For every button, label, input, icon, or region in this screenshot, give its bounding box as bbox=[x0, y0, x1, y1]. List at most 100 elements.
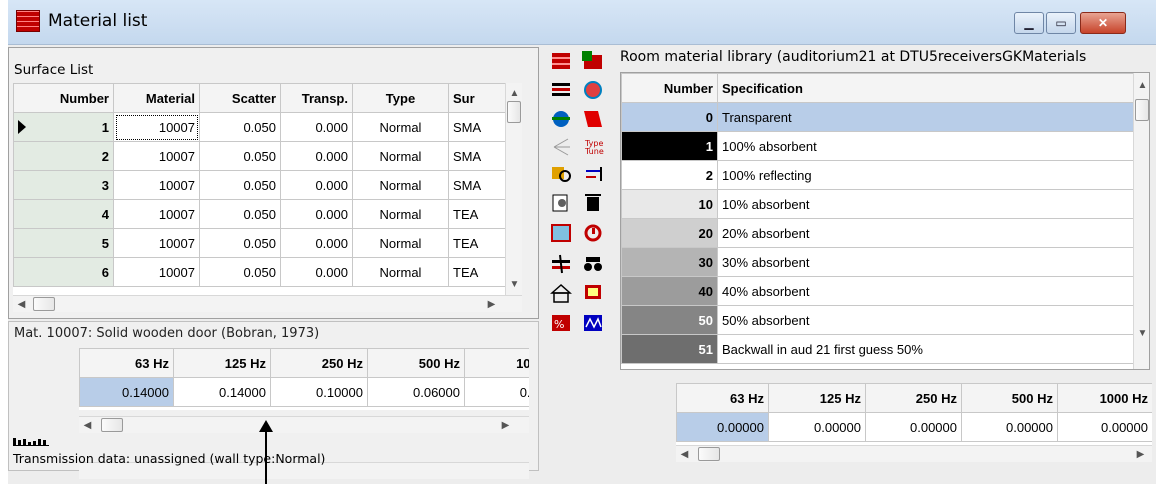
material-cell[interactable]: 10007 bbox=[113, 112, 200, 142]
scatter-cell[interactable]: 0.050 bbox=[199, 257, 281, 287]
freq-header[interactable]: 1000 bbox=[464, 348, 529, 378]
library-spec-cell[interactable]: 100% absorbent bbox=[717, 131, 1134, 161]
type-cell[interactable]: Normal bbox=[352, 257, 449, 287]
freq-value-cell[interactable]: 0.06000 bbox=[367, 377, 465, 407]
type-cell[interactable]: Normal bbox=[352, 199, 449, 229]
scroll-up-icon[interactable]: ▲ bbox=[506, 85, 523, 102]
percent-icon[interactable]: % bbox=[552, 315, 570, 331]
freq-header[interactable]: 250 Hz bbox=[270, 348, 368, 378]
freq-value-cell[interactable]: 0.00000 bbox=[676, 412, 769, 442]
transp-cell[interactable]: 0.000 bbox=[280, 228, 353, 258]
col-header-type[interactable]: Type bbox=[352, 83, 449, 113]
row-header[interactable]: 2 bbox=[13, 141, 114, 171]
freq-header[interactable]: 500 Hz bbox=[367, 348, 465, 378]
table-row[interactable]: 1 10007 0.050 0.000 Normal SMA bbox=[13, 112, 522, 142]
library-number-cell[interactable]: 2 bbox=[621, 160, 718, 190]
library-row[interactable]: 10 10% absorbent bbox=[621, 189, 1134, 219]
freq-header[interactable]: 63 Hz bbox=[676, 383, 769, 413]
table-row[interactable]: 4 10007 0.050 0.000 Normal TEA bbox=[13, 199, 522, 229]
maximize-button[interactable]: ▭ bbox=[1046, 12, 1076, 34]
freq-value-row[interactable]: 0.00000 0.00000 0.00000 0.00000 0.00000 bbox=[676, 412, 1152, 442]
scroll-down-icon[interactable]: ▼ bbox=[506, 276, 523, 293]
scroll-right-icon[interactable]: ▶ bbox=[483, 296, 500, 313]
freq-header[interactable]: 1000 Hz bbox=[1057, 383, 1152, 413]
freq-value-cell[interactable]: 0.14000 bbox=[173, 377, 271, 407]
transp-cell[interactable]: 0.000 bbox=[280, 112, 353, 142]
freq-header[interactable]: 250 Hz bbox=[865, 383, 962, 413]
material-cell[interactable]: 10007 bbox=[113, 257, 200, 287]
library-number-cell[interactable]: 10 bbox=[621, 189, 718, 219]
freq-value-cell[interactable]: 0.00000 bbox=[961, 412, 1058, 442]
scrollbar-thumb[interactable] bbox=[101, 418, 123, 432]
find-icon[interactable] bbox=[584, 257, 602, 271]
type-cell[interactable]: Normal bbox=[352, 170, 449, 200]
surface-vertical-scrollbar[interactable]: ▲ ▼ bbox=[505, 83, 522, 295]
row-header[interactable]: 1 bbox=[13, 112, 114, 142]
scatter-cell[interactable]: 0.050 bbox=[199, 141, 281, 171]
library-spec-cell[interactable]: Backwall in aud 21 first guess 50% bbox=[717, 334, 1134, 364]
library-row[interactable]: 40 40% absorbent bbox=[621, 276, 1134, 306]
library-spec-cell[interactable]: 50% absorbent bbox=[717, 305, 1134, 335]
transp-cell[interactable]: 0.000 bbox=[280, 199, 353, 229]
library-horizontal-scrollbar[interactable]: ◀ ▶ bbox=[676, 445, 1152, 462]
type-cell[interactable]: Normal bbox=[352, 112, 449, 142]
freq-value-row[interactable]: 0.14000 0.14000 0.10000 0.06000 0.08 bbox=[79, 377, 529, 407]
scatter-cell[interactable]: 0.050 bbox=[199, 112, 281, 142]
undo-icon[interactable] bbox=[584, 224, 602, 242]
freq-value-cell[interactable]: 0.14000 bbox=[79, 377, 174, 407]
col-header-scatter[interactable]: Scatter bbox=[199, 83, 281, 113]
surface-horizontal-scrollbar[interactable]: ◀ ▶ bbox=[13, 295, 522, 312]
red-block-icon[interactable] bbox=[584, 111, 602, 127]
library-row[interactable]: 50 50% absorbent bbox=[621, 305, 1134, 335]
freq-value-cell[interactable]: 0.00000 bbox=[768, 412, 866, 442]
table-row[interactable]: 5 10007 0.050 0.000 Normal TEA bbox=[13, 228, 522, 258]
type-cell[interactable]: Normal bbox=[352, 141, 449, 171]
freq-header[interactable]: 500 Hz bbox=[961, 383, 1058, 413]
scatter-cell[interactable]: 0.050 bbox=[199, 228, 281, 258]
table-row[interactable]: 2 10007 0.050 0.000 Normal SMA bbox=[13, 141, 522, 171]
row-header[interactable]: 5 bbox=[13, 228, 114, 258]
transp-cell[interactable]: 0.000 bbox=[280, 170, 353, 200]
freq-header[interactable]: 125 Hz bbox=[768, 383, 866, 413]
library-number-cell[interactable]: 40 bbox=[621, 276, 718, 306]
table-row[interactable]: 3 10007 0.050 0.000 Normal SMA bbox=[13, 170, 522, 200]
freq-horizontal-scrollbar[interactable]: ◀ ▶ bbox=[79, 416, 529, 433]
library-row[interactable]: 30 30% absorbent bbox=[621, 247, 1134, 277]
library-number-cell[interactable]: 30 bbox=[621, 247, 718, 277]
library-row[interactable]: 2 100% reflecting bbox=[621, 160, 1134, 190]
scroll-down-icon[interactable]: ▼ bbox=[1134, 325, 1149, 342]
scroll-right-icon[interactable]: ▶ bbox=[1132, 446, 1149, 463]
col-header-number[interactable]: Number bbox=[13, 83, 114, 113]
globe-icon[interactable] bbox=[584, 81, 602, 99]
scrollbar-thumb[interactable] bbox=[1135, 99, 1149, 121]
col-header-material[interactable]: Material bbox=[113, 83, 200, 113]
scrollbar-thumb[interactable] bbox=[507, 101, 521, 123]
transp-cell[interactable]: 0.000 bbox=[280, 257, 353, 287]
library-spec-cell[interactable]: 100% reflecting bbox=[717, 160, 1134, 190]
col-header-specification[interactable]: Specification bbox=[717, 73, 1134, 103]
freq-value-cell[interactable]: 0.00000 bbox=[1057, 412, 1152, 442]
library-row[interactable]: 20 20% absorbent bbox=[621, 218, 1134, 248]
assign-icon[interactable] bbox=[586, 167, 602, 181]
freq-value-cell[interactable]: 0.10000 bbox=[270, 377, 368, 407]
scatter-cell[interactable]: 0.050 bbox=[199, 199, 281, 229]
transp-cell[interactable]: 0.000 bbox=[280, 141, 353, 171]
edit-icon[interactable] bbox=[552, 194, 568, 212]
library-number-cell[interactable]: 0 bbox=[621, 102, 718, 132]
minimize-button[interactable]: ▁ bbox=[1014, 12, 1044, 34]
scroll-left-icon[interactable]: ◀ bbox=[79, 417, 96, 434]
swap-icon[interactable] bbox=[552, 254, 570, 274]
material-library-icon[interactable] bbox=[582, 51, 602, 69]
material-cell[interactable]: 10007 bbox=[113, 170, 200, 200]
house-icon[interactable] bbox=[550, 283, 572, 303]
scrollbar-thumb[interactable] bbox=[33, 297, 55, 311]
search-material-icon[interactable] bbox=[552, 167, 571, 182]
col-header-number[interactable]: Number bbox=[621, 73, 718, 103]
library-spec-cell[interactable]: 30% absorbent bbox=[717, 247, 1134, 277]
new-material-icon[interactable] bbox=[552, 53, 570, 69]
material-cell[interactable]: 10007 bbox=[113, 228, 200, 258]
library-vertical-scrollbar[interactable]: ▲ ▼ bbox=[1133, 73, 1149, 369]
wall-icon[interactable] bbox=[551, 224, 571, 242]
scroll-up-icon[interactable]: ▲ bbox=[1134, 77, 1149, 94]
library-number-cell[interactable]: 51 bbox=[621, 334, 718, 364]
